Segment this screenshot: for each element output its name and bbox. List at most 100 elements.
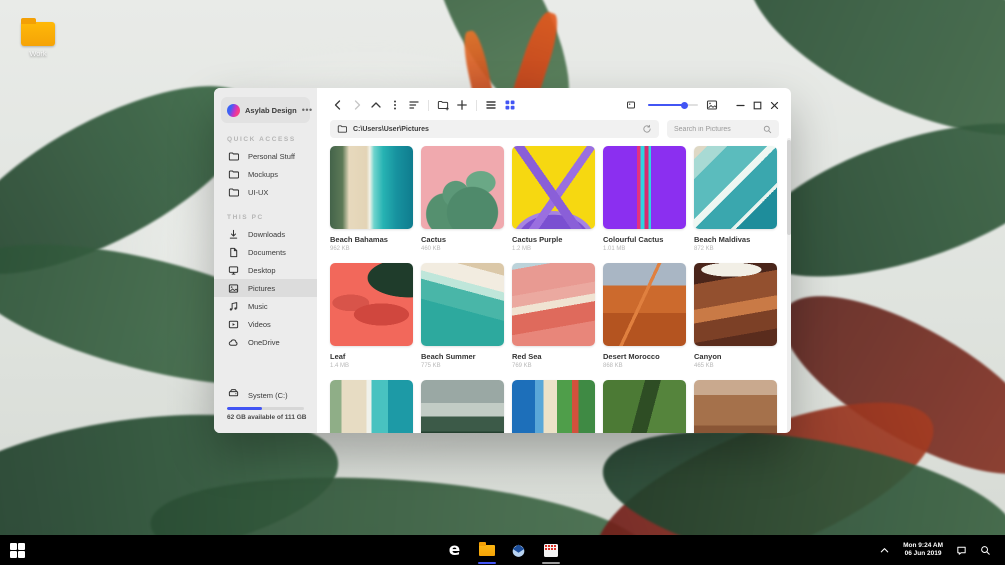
file-grid: Beach Bahamas 962 KB Cactus 460 KB Cactus Pu…: [330, 146, 791, 433]
taskbar-search-icon[interactable]: [980, 545, 991, 556]
file-item-canyon[interactable]: Canyon 465 KB: [694, 263, 777, 369]
sidebar-item-music[interactable]: Music: [214, 297, 317, 315]
taskbar-tray: Mon 9:24 AM 06 Jun 2019: [879, 542, 1005, 558]
file-thumbnail[interactable]: [694, 146, 777, 229]
slider-knob[interactable]: [681, 101, 688, 109]
avatar: [227, 103, 240, 117]
taskbar-edge-icon[interactable]: e: [446, 535, 464, 565]
file-item-cactus[interactable]: Cactus 460 KB: [421, 146, 504, 252]
forward-button[interactable]: [349, 97, 365, 113]
file-item-colourful-cactus[interactable]: Colourful Cactus 1.01 MB: [603, 146, 686, 252]
search-box[interactable]: [667, 120, 779, 138]
window-main: C:\Users\User\Pictures Beach Bahamas 962 …: [317, 88, 791, 433]
file-thumbnail[interactable]: [603, 146, 686, 229]
storage-section[interactable]: System (C:) 62 GB available of 111 GB: [214, 387, 317, 421]
file-thumbnail[interactable]: [694, 380, 777, 433]
back-button[interactable]: [330, 97, 346, 113]
clock-date: 06 Jun 2019: [904, 550, 942, 557]
more-options-icon[interactable]: •••: [302, 105, 313, 115]
file-item-leaf[interactable]: Leaf 1.4 MB: [330, 263, 413, 369]
file-content-area: Beach Bahamas 962 KB Cactus 460 KB Cactus Pu…: [317, 138, 791, 433]
taskbar-clock[interactable]: Mon 9:24 AM 06 Jun 2019: [903, 542, 943, 558]
scrollbar-track[interactable]: [787, 138, 791, 433]
taskbar-mail-icon[interactable]: [510, 535, 528, 565]
address-path[interactable]: C:\Users\User\Pictures: [353, 126, 636, 133]
work-folder-label: Work: [29, 49, 47, 58]
drive-icon: [228, 386, 239, 404]
file-name: Leaf: [330, 352, 346, 361]
file-item-beach-bahamas[interactable]: Beach Bahamas 962 KB: [330, 146, 413, 252]
file-size: 1.4 MB: [330, 363, 350, 369]
sidebar-item-desktop[interactable]: Desktop: [214, 261, 317, 279]
picture-icon: [228, 283, 239, 294]
sidebar-item-personal-stuff[interactable]: Personal Stuff: [214, 147, 317, 165]
file-name: Cactus Purple: [512, 235, 563, 244]
start-button[interactable]: [10, 542, 25, 558]
sort-icon[interactable]: [406, 97, 422, 113]
sidebar-item-ui-ux[interactable]: UI-UX: [214, 183, 317, 201]
profile-name: Asylab Design: [245, 105, 297, 115]
work-folder-icon: [21, 18, 55, 46]
profile-chip[interactable]: Asylab Design •••: [221, 97, 313, 123]
scrollbar-thumb[interactable]: [787, 140, 791, 235]
file-item[interactable]: [603, 380, 686, 433]
file-item-desert-morocco[interactable]: Desert Morocco 868 KB: [603, 263, 686, 369]
file-item[interactable]: [421, 380, 504, 433]
file-size: 1.2 MB: [512, 246, 532, 252]
taskbar-calendar-icon[interactable]: [541, 535, 560, 565]
file-explorer-window: Asylab Design ••• QUICK ACCESS Personal S…: [214, 88, 791, 433]
list-view-button[interactable]: [483, 97, 499, 113]
music-icon: [228, 301, 239, 312]
file-thumbnail[interactable]: [694, 263, 777, 346]
maximize-button[interactable]: [750, 98, 765, 113]
minimize-button[interactable]: [733, 98, 748, 113]
file-item[interactable]: [512, 380, 595, 433]
add-button[interactable]: [454, 97, 470, 113]
file-item[interactable]: [330, 380, 413, 433]
file-size: 872 KB: [694, 246, 714, 252]
sidebar-item-onedrive[interactable]: OneDrive: [214, 333, 317, 351]
file-thumbnail[interactable]: [512, 380, 595, 433]
sidebar-item-label: OneDrive: [248, 337, 280, 347]
file-thumbnail[interactable]: [421, 263, 504, 346]
file-thumbnail[interactable]: [330, 380, 413, 433]
desktop-icon: [228, 265, 239, 276]
thumbnail-small-icon: [623, 97, 639, 113]
file-thumbnail[interactable]: [512, 146, 595, 229]
file-item-cactus-purple[interactable]: Cactus Purple 1.2 MB: [512, 146, 595, 252]
search-input[interactable]: [674, 125, 763, 133]
sidebar-item-pictures[interactable]: Pictures: [214, 279, 317, 297]
more-menu-icon[interactable]: [387, 97, 403, 113]
file-item[interactable]: [694, 380, 777, 433]
chat-icon[interactable]: [956, 545, 967, 556]
file-thumbnail[interactable]: [421, 380, 504, 433]
download-icon: [228, 229, 239, 240]
sidebar-sections: QUICK ACCESS Personal Stuff Mockups UI-UX TH…: [214, 136, 317, 351]
new-folder-button[interactable]: [435, 97, 451, 113]
file-item-red-sea[interactable]: Red Sea 769 KB: [512, 263, 595, 369]
tray-chevron-up-icon[interactable]: [879, 545, 890, 556]
sidebar-item-documents[interactable]: Documents: [214, 243, 317, 261]
address-bar[interactable]: C:\Users\User\Pictures: [330, 120, 659, 138]
file-thumbnail[interactable]: [603, 263, 686, 346]
up-button[interactable]: [368, 97, 384, 113]
thumbnail-size-slider[interactable]: [648, 101, 698, 109]
file-thumbnail[interactable]: [330, 263, 413, 346]
taskbar-explorer-icon[interactable]: [477, 535, 496, 565]
refresh-icon[interactable]: [642, 124, 652, 134]
folder-icon: [337, 125, 347, 133]
file-item-beach-maldivas[interactable]: Beach Maldivas 872 KB: [694, 146, 777, 252]
file-thumbnail[interactable]: [330, 146, 413, 229]
file-item-beach-summer[interactable]: Beach Summer 775 KB: [421, 263, 504, 369]
close-button[interactable]: [767, 98, 782, 113]
sidebar-item-downloads[interactable]: Downloads: [214, 225, 317, 243]
sidebar-item-videos[interactable]: Videos: [214, 315, 317, 333]
grid-view-button[interactable]: [502, 97, 518, 113]
sidebar-item-mockups[interactable]: Mockups: [214, 165, 317, 183]
file-thumbnail[interactable]: [512, 263, 595, 346]
sidebar-section-title: THIS PC: [227, 214, 264, 221]
file-thumbnail[interactable]: [421, 146, 504, 229]
file-name: Beach Maldivas: [694, 235, 751, 244]
desktop-icon-work[interactable]: Work: [12, 16, 64, 58]
file-thumbnail[interactable]: [603, 380, 686, 433]
